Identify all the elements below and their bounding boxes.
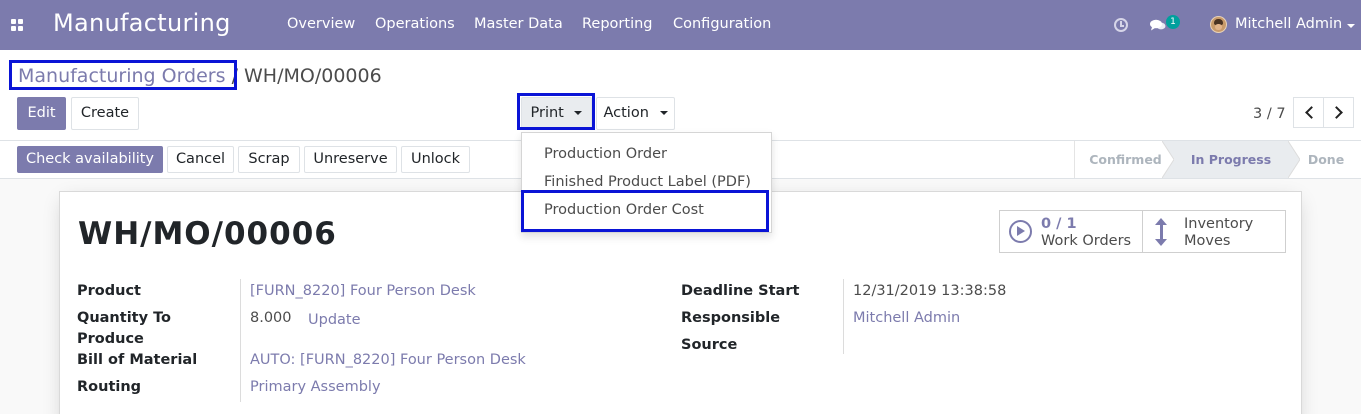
bom-value[interactable]: AUTO: [FURN_8220] Four Person Desk [250, 352, 526, 368]
stage-separator [1162, 141, 1174, 178]
product-value[interactable]: [FURN_8220] Four Person Desk [250, 283, 476, 299]
quantity-label-line2: Produce [77, 331, 144, 347]
quantity-value: 8.000 [250, 310, 292, 326]
play-circle-icon [1009, 220, 1032, 243]
breadcrumb-highlight-box [9, 60, 237, 90]
user-menu[interactable]: Mitchell Admin [1235, 16, 1342, 32]
user-menu-caret-icon[interactable] [1347, 24, 1355, 28]
stage-separator [1288, 141, 1300, 178]
work-orders-smart-button[interactable]: 0 / 1 Work Orders [999, 210, 1143, 253]
work-orders-label: Work Orders [1041, 233, 1132, 249]
print-caret-icon [574, 111, 583, 115]
chat-badge: 1 [1166, 15, 1180, 29]
print-button[interactable]: Print [521, 97, 592, 130]
cancel-button[interactable]: Cancel [167, 146, 234, 173]
inventory-moves-smart-button[interactable]: Inventory Moves [1142, 210, 1286, 253]
pager-next-button[interactable] [1323, 97, 1354, 128]
avatar[interactable] [1210, 16, 1227, 33]
chevron-right-icon [1330, 106, 1343, 119]
print-production-order[interactable]: Production Order [544, 146, 667, 162]
action-caret-icon [659, 111, 668, 115]
routing-value[interactable]: Primary Assembly [250, 379, 381, 395]
update-quantity-button[interactable]: Update [308, 312, 361, 328]
print-finished-product-label[interactable]: Finished Product Label (PDF) [544, 174, 751, 190]
label-divider [843, 279, 844, 354]
menu-configuration[interactable]: Configuration [673, 16, 771, 32]
record-title: WH/MO/00006 [78, 216, 337, 252]
edit-button[interactable]: Edit [17, 97, 66, 130]
production-order-cost-highlight-box [521, 190, 769, 232]
control-panel: Manufacturing Orders / WH/MO/00006 Edit … [0, 50, 1361, 141]
stage-done[interactable]: Done [1300, 141, 1352, 178]
stage-confirmed[interactable]: Confirmed [1074, 141, 1176, 178]
routing-label: Routing [77, 379, 142, 395]
menu-overview[interactable]: Overview [287, 16, 355, 32]
menu-reporting[interactable]: Reporting [582, 16, 653, 32]
breadcrumb-current: / WH/MO/00006 [231, 65, 382, 87]
clock-icon[interactable] [1114, 18, 1128, 32]
chat-icon[interactable] [1150, 19, 1166, 31]
stage-in-progress[interactable]: In Progress [1174, 141, 1288, 178]
apps-menu-icon[interactable] [11, 19, 23, 31]
responsible-label: Responsible [681, 310, 781, 326]
unlock-button[interactable]: Unlock [401, 146, 470, 173]
work-orders-count: 0 / 1 [1041, 216, 1077, 232]
create-button[interactable]: Create [71, 97, 139, 130]
chevron-left-icon [1305, 106, 1318, 119]
app-title[interactable]: Manufacturing [53, 9, 231, 37]
deadline-start-label: Deadline Start [681, 283, 800, 299]
menu-master-data[interactable]: Master Data [474, 16, 563, 32]
bom-label: Bill of Material [77, 352, 198, 368]
check-availability-button[interactable]: Check availability [17, 146, 163, 173]
inventory-moves-label-line2: Moves [1184, 233, 1231, 249]
deadline-start-value[interactable]: 12/31/2019 13:38:58 [853, 283, 1006, 299]
scrap-button[interactable]: Scrap [238, 146, 300, 173]
menu-operations[interactable]: Operations [375, 16, 455, 32]
pager-previous-button[interactable] [1293, 97, 1324, 128]
pager-value[interactable]: 3 / 7 [1253, 106, 1286, 122]
source-label: Source [681, 337, 738, 353]
product-label: Product [77, 283, 141, 299]
action-label: Action [603, 105, 649, 121]
quantity-label-line1: Quantity To [77, 310, 172, 326]
action-button[interactable]: Action [596, 97, 675, 130]
unreserve-button[interactable]: Unreserve [304, 146, 397, 173]
label-divider [240, 279, 241, 402]
inventory-moves-label-line1: Inventory [1184, 216, 1254, 232]
responsible-value[interactable]: Mitchell Admin [853, 310, 960, 326]
print-label: Print [530, 105, 564, 121]
top-navbar: Manufacturing Overview Operations Master… [0, 0, 1361, 50]
arrows-vertical-icon [1155, 218, 1167, 246]
